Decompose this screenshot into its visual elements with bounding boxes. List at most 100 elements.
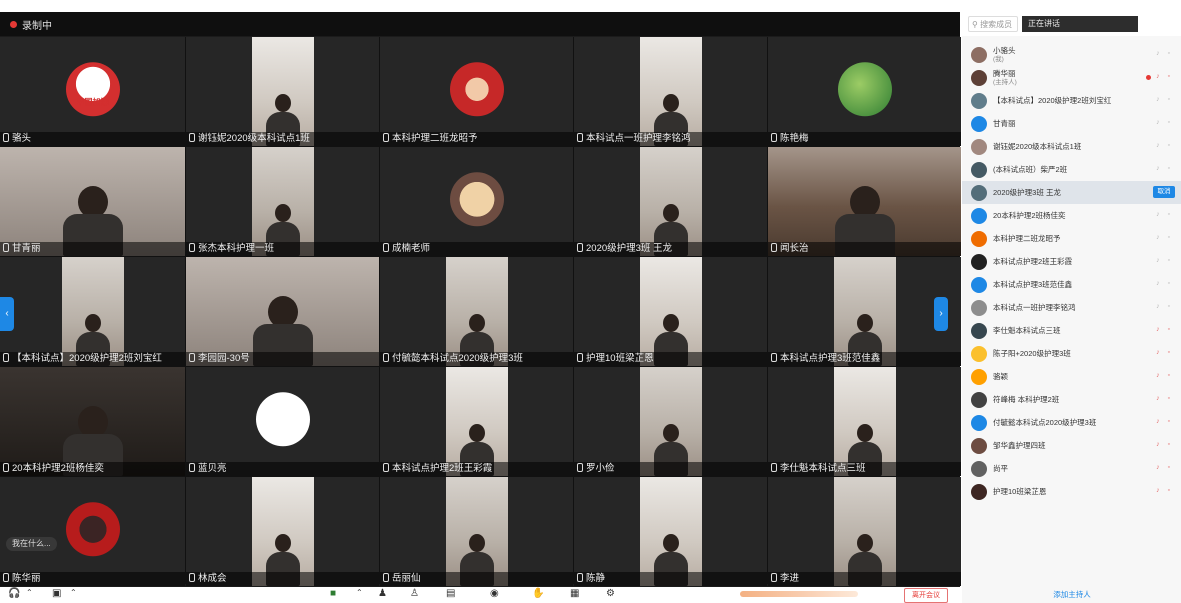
- apps-icon[interactable]: ▦: [570, 588, 579, 599]
- mic-camera-status-icon[interactable]: ♪ ▫: [1156, 142, 1173, 149]
- mic-camera-status-icon[interactable]: ♪ ▫: [1156, 418, 1173, 425]
- participant-name: 20本科护理2班杨佳奕: [12, 463, 104, 474]
- share-screen-icon[interactable]: ■: [330, 588, 336, 599]
- participant-row[interactable]: (本科试点班）柴严2班 ♪ ▫: [962, 158, 1181, 181]
- video-tile[interactable]: 陈华丽: [0, 477, 185, 586]
- participant-row[interactable]: 本科护理二班龙昭予 ♪ ▫: [962, 227, 1181, 250]
- avatar: [971, 391, 987, 408]
- video-tile[interactable]: 陈艳梅: [768, 37, 961, 146]
- video-tile[interactable]: 本科试点护理2班王彩霞: [380, 367, 573, 476]
- unmute-button[interactable]: 取消: [1153, 186, 1175, 198]
- mic-camera-status-icon[interactable]: ♪ ▫: [1156, 395, 1173, 402]
- mic-camera-status-icon[interactable]: ♪ ▫: [1156, 349, 1173, 356]
- participant-row[interactable]: 谢钰妮2020级本科试点1班 ♪ ▫: [962, 135, 1181, 158]
- mic-camera-status-icon[interactable]: ♪ ▫: [1156, 441, 1173, 448]
- participant-row-label: 陈子阳+2020级护理3班: [993, 349, 1071, 358]
- raise-hand-icon[interactable]: ✋: [532, 588, 544, 599]
- video-tile[interactable]: 李仕魁本科试点三班: [768, 367, 961, 476]
- settings-icon[interactable]: ⚙: [606, 588, 615, 599]
- participant-row[interactable]: 20本科护理2班杨佳奕 ♪ ▫: [962, 204, 1181, 227]
- prev-page-button[interactable]: ‹: [0, 297, 14, 331]
- participant-row-name: 【本科试点】2020级护理2班刘宝红: [993, 96, 1112, 105]
- participant-row[interactable]: 2020级护理3班 王龙 取消: [962, 181, 1181, 204]
- mic-camera-status-icon[interactable]: ♪ ▫: [1156, 487, 1173, 494]
- video-tile[interactable]: 中国加油 骆头: [0, 37, 185, 146]
- participant-row[interactable]: 本科试点护理2班王彩霞 ♪ ▫: [962, 250, 1181, 273]
- video-tile[interactable]: 2020级护理3班 王龙: [574, 147, 767, 256]
- participant-row[interactable]: 本科试点一班护理李铭鸿 ♪ ▫: [962, 296, 1181, 319]
- video-tile[interactable]: 谢钰妮2020级本科试点1班: [186, 37, 379, 146]
- video-tile[interactable]: 林成会: [186, 477, 379, 586]
- participant-role: (我): [993, 55, 1004, 63]
- participant-row[interactable]: 李仕魁本科试点三班 ♪ ▫: [962, 319, 1181, 342]
- mic-camera-status-icon[interactable]: ♪ ▫: [1156, 234, 1173, 241]
- next-page-button[interactable]: ›: [934, 297, 948, 331]
- video-tile[interactable]: 【本科试点】2020级护理2班刘宝红: [0, 257, 185, 366]
- mic-camera-status-icon[interactable]: ♪ ▫: [1156, 73, 1173, 80]
- profile-avatar: [449, 171, 504, 226]
- participant-row[interactable]: 本科试点护理3班范佳鑫 ♪ ▫: [962, 273, 1181, 296]
- headset-icon[interactable]: 🎧: [8, 588, 20, 599]
- mic-camera-status-icon[interactable]: ♪ ▫: [1156, 165, 1173, 172]
- mic-camera-status-icon[interactable]: ♪ ▫: [1156, 303, 1173, 310]
- participant-row[interactable]: 符峰梅 本科护理2班 ♪ ▫: [962, 388, 1181, 411]
- participant-row-name: 骆颖: [993, 372, 1008, 381]
- participant-row-label: 骆颖: [993, 372, 1008, 381]
- mic-camera-status-icon[interactable]: ♪ ▫: [1156, 50, 1173, 57]
- leave-meeting-button[interactable]: 离开会议: [904, 588, 948, 603]
- participant-name: 蓝贝亮: [198, 463, 227, 474]
- mic-camera-status-icon[interactable]: ♪ ▫: [1156, 257, 1173, 264]
- participants-icon[interactable]: ♙: [410, 588, 419, 599]
- participant-row[interactable]: 小骆头 (我) ♪ ▫: [962, 43, 1181, 66]
- audio-options-chevron-icon[interactable]: ⌃: [26, 588, 33, 597]
- video-tile[interactable]: 张杰本科护理一班: [186, 147, 379, 256]
- participant-row[interactable]: 腾华丽 (主持人) ♪ ▫: [962, 66, 1181, 89]
- camera-feed: [833, 257, 896, 366]
- participant-row[interactable]: 尚平 ♪ ▫: [962, 457, 1181, 480]
- participant-row[interactable]: 骆颖 ♪ ▫: [962, 365, 1181, 388]
- mic-camera-status-icon[interactable]: ♪ ▫: [1156, 372, 1173, 379]
- video-tile[interactable]: 李园园-30号: [186, 257, 379, 366]
- video-tile[interactable]: 本科试点护理3班范佳鑫: [768, 257, 961, 366]
- mic-camera-status-icon[interactable]: ♪ ▫: [1156, 119, 1173, 126]
- mic-camera-status-icon[interactable]: ♪ ▫: [1156, 326, 1173, 333]
- host-icon[interactable]: ♟: [378, 588, 387, 599]
- video-tile[interactable]: 成楠老师: [380, 147, 573, 256]
- record-icon[interactable]: ◉: [490, 588, 499, 599]
- participant-row[interactable]: 陈子阳+2020级护理3班 ♪ ▫: [962, 342, 1181, 365]
- participant-row[interactable]: 邹华鑫护理四班 ♪ ▫: [962, 434, 1181, 457]
- add-host-button[interactable]: 添加主持人: [1032, 588, 1112, 601]
- video-tile[interactable]: 付毓懿本科试点2020级护理3班: [380, 257, 573, 366]
- video-tile[interactable]: 本科试点一班护理李铭鸿: [574, 37, 767, 146]
- mic-icon: [3, 463, 9, 472]
- mic-camera-status-icon[interactable]: ♪ ▫: [1156, 280, 1173, 287]
- camera-icon[interactable]: ▣: [52, 588, 61, 599]
- participant-name: 谢钰妮2020级本科试点1班: [198, 133, 310, 144]
- avatar: [971, 161, 987, 178]
- video-options-chevron-icon[interactable]: ⌃: [70, 588, 77, 597]
- video-tile[interactable]: 20本科护理2班杨佳奕: [0, 367, 185, 476]
- video-tile[interactable]: 李进: [768, 477, 961, 586]
- participant-row-name: 符峰梅 本科护理2班: [993, 395, 1060, 404]
- participant-row[interactable]: 付毓懿本科试点2020级护理3班 ♪ ▫: [962, 411, 1181, 434]
- video-tile[interactable]: 本科护理二班龙昭予: [380, 37, 573, 146]
- mic-camera-status-icon[interactable]: ♪ ▫: [1156, 464, 1173, 471]
- participant-row[interactable]: 【本科试点】2020级护理2班刘宝红 ♪ ▫: [962, 89, 1181, 112]
- video-tile[interactable]: 闻长治: [768, 147, 961, 256]
- video-tile[interactable]: 陈静: [574, 477, 767, 586]
- video-tile[interactable]: 甘青丽: [0, 147, 185, 256]
- participant-row[interactable]: 护理10班梁芷恩 ♪ ▫: [962, 480, 1181, 503]
- profile-avatar: 中国加油: [65, 61, 120, 116]
- mic-camera-status-icon[interactable]: ♪ ▫: [1156, 96, 1173, 103]
- avatar: [971, 276, 987, 293]
- participant-name: 本科试点护理2班王彩霞: [392, 463, 493, 474]
- chat-icon[interactable]: ▤: [446, 588, 455, 599]
- video-tile[interactable]: 蓝贝亮: [186, 367, 379, 476]
- participant-row[interactable]: 甘青丽 ♪ ▫: [962, 112, 1181, 135]
- video-tile[interactable]: 岳丽仙: [380, 477, 573, 586]
- video-tile[interactable]: 护理10班梁芷恩: [574, 257, 767, 366]
- search-input[interactable]: ⚲ 搜索成员: [968, 16, 1018, 32]
- mic-camera-status-icon[interactable]: ♪ ▫: [1156, 211, 1173, 218]
- video-tile[interactable]: 罗小俭: [574, 367, 767, 476]
- share-options-chevron-icon[interactable]: ⌃: [356, 588, 363, 597]
